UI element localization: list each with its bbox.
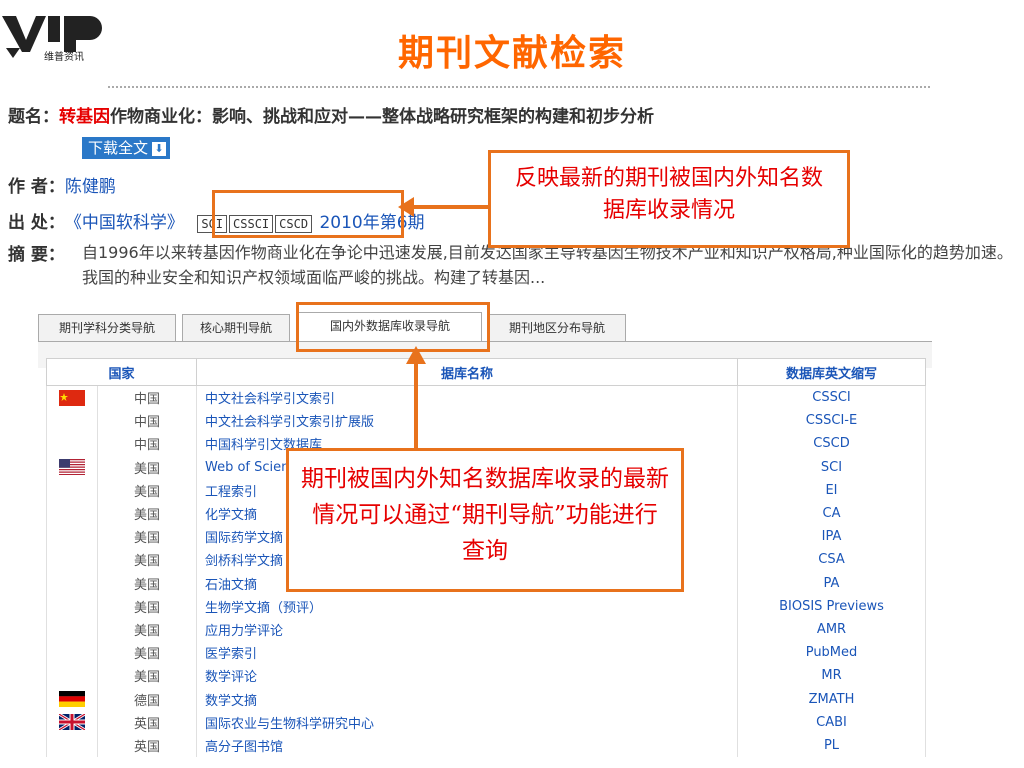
database-abbr-link[interactable]: PL: [737, 733, 926, 757]
database-abbr-link[interactable]: CSSCI-E: [737, 409, 926, 433]
author-row: 作 者：陈健鹏: [8, 172, 116, 197]
title-label: 题名：: [8, 107, 59, 127]
download-fulltext-button[interactable]: 下载全文 ⬇: [82, 137, 171, 159]
callout-indexing-text: 反映最新的期刊被国内外知名数据库收录情况: [514, 166, 823, 223]
table-row: 英国 高分子图书馆 PL: [46, 733, 926, 757]
article-title[interactable]: 作物商业化：影响、挑战和应对——整体战略研究框架的构建和初步分析: [110, 107, 654, 127]
country-cell: 中国: [97, 385, 197, 410]
database-name-link[interactable]: 中文社会科学引文索引: [196, 385, 738, 410]
database-abbr-link[interactable]: MR: [737, 664, 926, 688]
arrow-line-top: [410, 205, 488, 209]
flag-cell: [46, 733, 98, 757]
country-cell: 美国: [97, 641, 197, 665]
table-row: 美国 医学索引 PubMed: [46, 641, 926, 665]
database-abbr-link[interactable]: CA: [737, 501, 926, 526]
index-highlight-box: [212, 190, 404, 238]
country-cell: 美国: [97, 571, 197, 595]
header-country: 国家: [46, 358, 197, 386]
country-cell: 美国: [97, 594, 197, 618]
download-icon: ⬇: [152, 142, 167, 156]
database-name-link[interactable]: 数学评论: [196, 664, 738, 688]
table-header-row: 国家 据库名称 数据库英文缩写: [46, 358, 926, 386]
database-name-link[interactable]: 高分子图书馆: [196, 733, 738, 757]
source-label: 出 处：: [8, 213, 65, 233]
table-row: 英国 国际农业与生物科学研究中心 CABI: [46, 710, 926, 734]
flag-gb-icon: [46, 710, 98, 734]
country-cell: 美国: [97, 455, 197, 479]
tab-subject[interactable]: 期刊学科分类导航: [38, 314, 176, 341]
flag-cell: [46, 594, 98, 618]
callout-navigation: 期刊被国内外知名数据库收录的最新情况可以通过“期刊导航”功能进行查询: [286, 448, 684, 592]
table-row: 美国 数学评论 MR: [46, 664, 926, 688]
flag-cell: [46, 664, 98, 688]
flag-cell: [46, 432, 98, 456]
table-row: 美国 生物学文摘（预评） BIOSIS Previews: [46, 594, 926, 618]
database-abbr-link[interactable]: PA: [737, 571, 926, 595]
country-cell: 英国: [97, 733, 197, 757]
author-link[interactable]: 陈健鹏: [65, 177, 116, 197]
author-label: 作 者：: [8, 177, 65, 197]
arrow-head-left-icon: [398, 197, 414, 217]
database-name-link[interactable]: 生物学文摘（预评）: [196, 594, 738, 618]
database-abbr-link[interactable]: SCI: [737, 455, 926, 479]
flag-cell: [46, 548, 98, 572]
database-name-link[interactable]: 国际农业与生物科学研究中心: [196, 710, 738, 734]
database-abbr-link[interactable]: CSCD: [737, 432, 926, 456]
database-abbr-link[interactable]: BIOSIS Previews: [737, 594, 926, 618]
database-name-link[interactable]: 医学索引: [196, 641, 738, 665]
flag-us-icon: [46, 455, 98, 479]
table-row: 中国 中文社会科学引文索引 CSSCI: [46, 385, 926, 410]
abstract-label: 摘 要：: [8, 245, 65, 265]
country-cell: 中国: [97, 409, 197, 433]
flag-de-icon: [46, 687, 98, 711]
table-row: 德国 数学文摘 ZMATH: [46, 687, 926, 711]
table-row: 中国 中文社会科学引文索引扩展版 CSSCI-E: [46, 409, 926, 433]
country-cell: 美国: [97, 548, 197, 572]
country-cell: 美国: [97, 478, 197, 502]
divider: [108, 86, 930, 88]
flag-cn-icon: [46, 385, 98, 410]
country-cell: 中国: [97, 432, 197, 456]
flag-cell: [46, 478, 98, 502]
country-cell: 美国: [97, 617, 197, 642]
title-row: 题名：转基因作物商业化：影响、挑战和应对——整体战略研究框架的构建和初步分析: [8, 102, 654, 127]
database-abbr-link[interactable]: PubMed: [737, 641, 926, 665]
header-abbr: 数据库英文缩写: [737, 358, 926, 386]
callout-navigation-text: 期刊被国内外知名数据库收录的最新情况可以通过“期刊导航”功能进行查询: [301, 466, 669, 564]
callout-indexing: 反映最新的期刊被国内外知名数据库收录情况: [488, 150, 850, 248]
database-name-link[interactable]: 中文社会科学引文索引扩展版: [196, 409, 738, 433]
flag-cell: [46, 641, 98, 665]
flag-cell: [46, 409, 98, 433]
country-cell: 英国: [97, 710, 197, 734]
abstract-label-row: 摘 要：: [8, 240, 65, 265]
database-abbr-link[interactable]: CSSCI: [737, 385, 926, 410]
database-abbr-link[interactable]: CSA: [737, 548, 926, 572]
flag-cell: [46, 501, 98, 526]
tab-core[interactable]: 核心期刊导航: [182, 314, 290, 341]
page-title: 期刊文献检索: [397, 33, 626, 74]
country-cell: 德国: [97, 687, 197, 711]
journal-link[interactable]: 《中国软科学》: [65, 213, 184, 233]
arrow-line-middle: [414, 362, 418, 450]
database-abbr-link[interactable]: ZMATH: [737, 687, 926, 711]
tab-region[interactable]: 期刊地区分布导航: [488, 314, 626, 341]
flag-cell: [46, 617, 98, 642]
header-db-name: 据库名称: [196, 358, 738, 386]
database-name-link[interactable]: 应用力学评论: [196, 617, 738, 642]
country-cell: 美国: [97, 525, 197, 549]
database-abbr-link[interactable]: AMR: [737, 617, 926, 642]
database-abbr-link[interactable]: EI: [737, 478, 926, 502]
tab-highlight-box: [296, 302, 490, 352]
database-abbr-link[interactable]: CABI: [737, 710, 926, 734]
country-cell: 美国: [97, 664, 197, 688]
download-label: 下载全文: [88, 139, 149, 157]
database-abbr-link[interactable]: IPA: [737, 525, 926, 549]
title-highlight[interactable]: 转基因: [59, 107, 110, 127]
country-cell: 美国: [97, 501, 197, 526]
flag-cell: [46, 525, 98, 549]
arrow-head-up-icon: [406, 346, 426, 364]
flag-cell: [46, 571, 98, 595]
table-row: 美国 应用力学评论 AMR: [46, 617, 926, 642]
database-name-link[interactable]: 数学文摘: [196, 687, 738, 711]
